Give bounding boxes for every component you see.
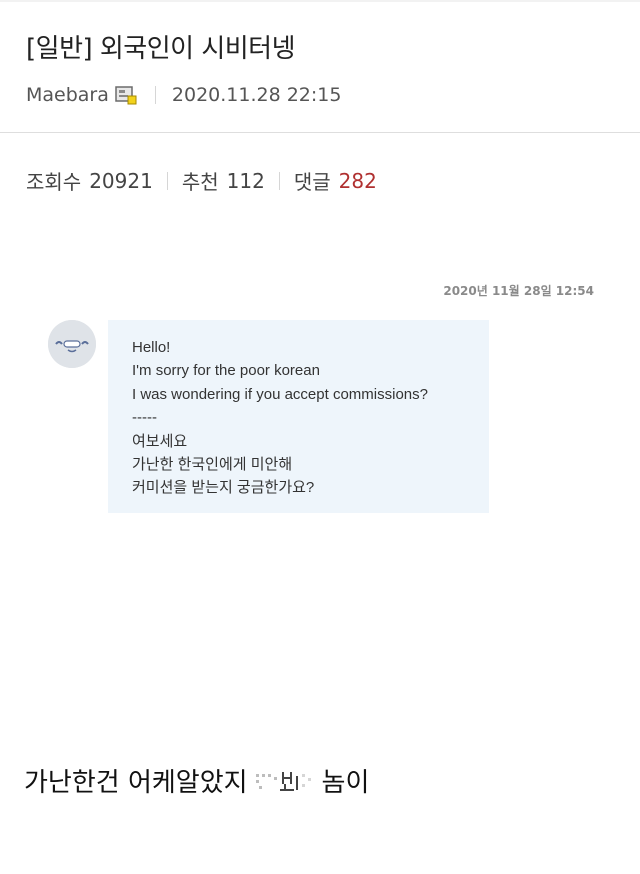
author-name[interactable]: Maebara — [26, 84, 109, 106]
header-divider — [0, 132, 640, 133]
caption-text-after: 놈이 — [321, 768, 370, 798]
comments-count[interactable]: 282 — [339, 169, 377, 193]
stats-separator — [278, 171, 280, 190]
comments-label[interactable]: 댓글 — [294, 166, 331, 195]
message-line: I was wondering if you accept commission… — [132, 385, 428, 403]
recommend-label: 추천 — [181, 170, 219, 194]
top-border — [0, 0, 640, 2]
message-bubble: Hello! I'm sorry for the poor korean I w… — [108, 320, 489, 513]
post-title: [일반] 외국인이 시비터넹 — [26, 34, 296, 64]
post-datetime: 2020.11.28 22:15 — [171, 84, 342, 106]
message-line: 여보세요 — [132, 432, 188, 450]
post-stats: 조회수 20921 추천 112 댓글 282 — [26, 166, 377, 195]
message-line: Hello! — [132, 339, 171, 356]
views-count: 20921 — [89, 168, 153, 193]
meta-separator — [154, 86, 156, 104]
post-meta: Maebara 2020.11.28 22:15 — [26, 84, 341, 106]
message-date: 2020년 11월 28일 12:54 — [443, 284, 594, 298]
message-line: 커미션을 받는지 궁금한가요? — [132, 479, 315, 497]
message-line: I'm sorry for the poor korean — [132, 362, 320, 380]
views-label: 조회수 — [26, 170, 82, 194]
message-line: ----- — [132, 409, 157, 427]
caption-text-before: 가난한건 어케알았지 — [24, 768, 248, 798]
avatar-icon — [48, 320, 96, 368]
level-badge-icon — [115, 85, 137, 105]
stats-separator — [166, 171, 168, 190]
caption: 가난한건 어케알았지 놈이 — [24, 762, 369, 799]
recommend-count: 112 — [226, 168, 265, 193]
censored-mosaic — [250, 768, 320, 794]
message-line: 가난한 한국인에게 미안해 — [132, 456, 293, 474]
